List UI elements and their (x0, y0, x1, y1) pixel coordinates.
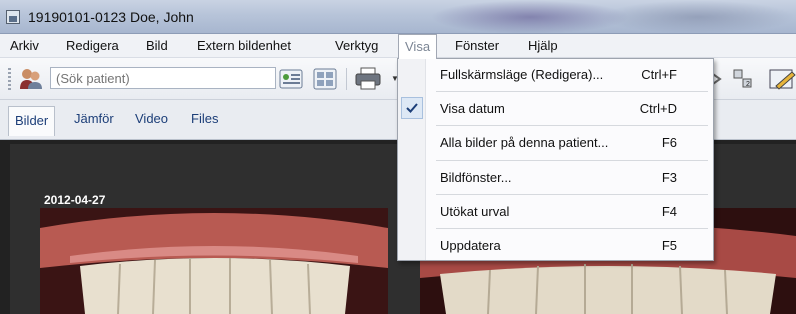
grid-view-icon[interactable] (312, 66, 338, 92)
menu-item-bildfonster[interactable]: Bildfönster... F3 (398, 166, 713, 190)
menu-separator (436, 160, 708, 161)
edit-icon[interactable] (768, 66, 796, 92)
menu-separator (436, 194, 708, 195)
menu-hjalp[interactable]: Hjälp (528, 38, 558, 53)
window-title: 19190101-0123 Doe, John (28, 9, 194, 25)
menu-item-label: Visa datum (440, 101, 505, 116)
menu-fonster[interactable]: Fönster (455, 38, 499, 53)
menu-extern-bildenhet[interactable]: Extern bildenhet (197, 38, 291, 53)
patients-icon[interactable] (18, 67, 44, 91)
svg-text:2: 2 (746, 81, 750, 88)
dental-photo-front[interactable] (40, 208, 388, 314)
menu-item-label: Utökat urval (440, 204, 510, 219)
menu-item-shortcut: Ctrl+D (639, 101, 677, 116)
menu-separator (436, 125, 708, 126)
menu-item-shortcut: F6 (661, 135, 677, 150)
menu-verktyg[interactable]: Verktyg (335, 38, 378, 53)
menu-bar: Arkiv Redigera Bild Extern bildenhet Ver… (0, 34, 796, 59)
title-glow (600, 0, 796, 34)
menu-item-utokat-urval[interactable]: Utökat urval F4 (398, 200, 713, 224)
menu-item-fullskarmslage[interactable]: Fullskärmsläge (Redigera)... Ctrl+F (398, 63, 713, 87)
menu-item-label: Fullskärmsläge (Redigera)... (440, 67, 604, 82)
menu-redigera[interactable]: Redigera (66, 38, 119, 53)
menu-separator (436, 91, 708, 92)
menu-item-label: Alla bilder på denna patient... (440, 135, 609, 150)
title-bar: 19190101-0123 Doe, John (0, 0, 796, 34)
tab-files[interactable]: Files (191, 111, 218, 126)
menu-item-shortcut: F4 (661, 204, 677, 219)
print-icon[interactable] (354, 66, 381, 92)
menu-item-visa-datum[interactable]: Visa datum Ctrl+D (398, 97, 713, 121)
menu-item-label: Uppdatera (440, 238, 501, 253)
menu-visa[interactable]: Visa (398, 34, 438, 59)
menu-item-shortcut: F5 (661, 238, 677, 253)
toolbar-separator (346, 68, 347, 90)
menu-item-label: Bildfönster... (440, 170, 512, 185)
tab-video[interactable]: Video (135, 111, 168, 126)
compare-icon[interactable]: 2 (730, 66, 756, 92)
image-date-label: 2012-04-27 (44, 193, 106, 207)
app-icon[interactable] (6, 10, 20, 24)
menu-separator (436, 228, 708, 229)
toolbar-grip[interactable] (8, 68, 11, 90)
menu-item-uppdatera[interactable]: Uppdatera F5 (398, 234, 713, 258)
menu-item-shortcut: F3 (661, 170, 677, 185)
menu-arkiv[interactable]: Arkiv (10, 38, 39, 53)
tab-jamfor[interactable]: Jämför (74, 111, 114, 126)
menu-bild[interactable]: Bild (146, 38, 168, 53)
patient-card-icon[interactable] (278, 66, 304, 92)
tab-bilder[interactable]: Bilder (8, 106, 56, 136)
visa-menu: Fullskärmsläge (Redigera)... Ctrl+F Visa… (397, 58, 714, 261)
menu-gutter (398, 59, 426, 260)
menu-item-shortcut: Ctrl+F (641, 67, 677, 82)
patient-search-input[interactable] (50, 67, 276, 89)
check-icon (401, 97, 423, 119)
menu-item-alla-bilder[interactable]: Alla bilder på denna patient... F6 (398, 131, 713, 155)
